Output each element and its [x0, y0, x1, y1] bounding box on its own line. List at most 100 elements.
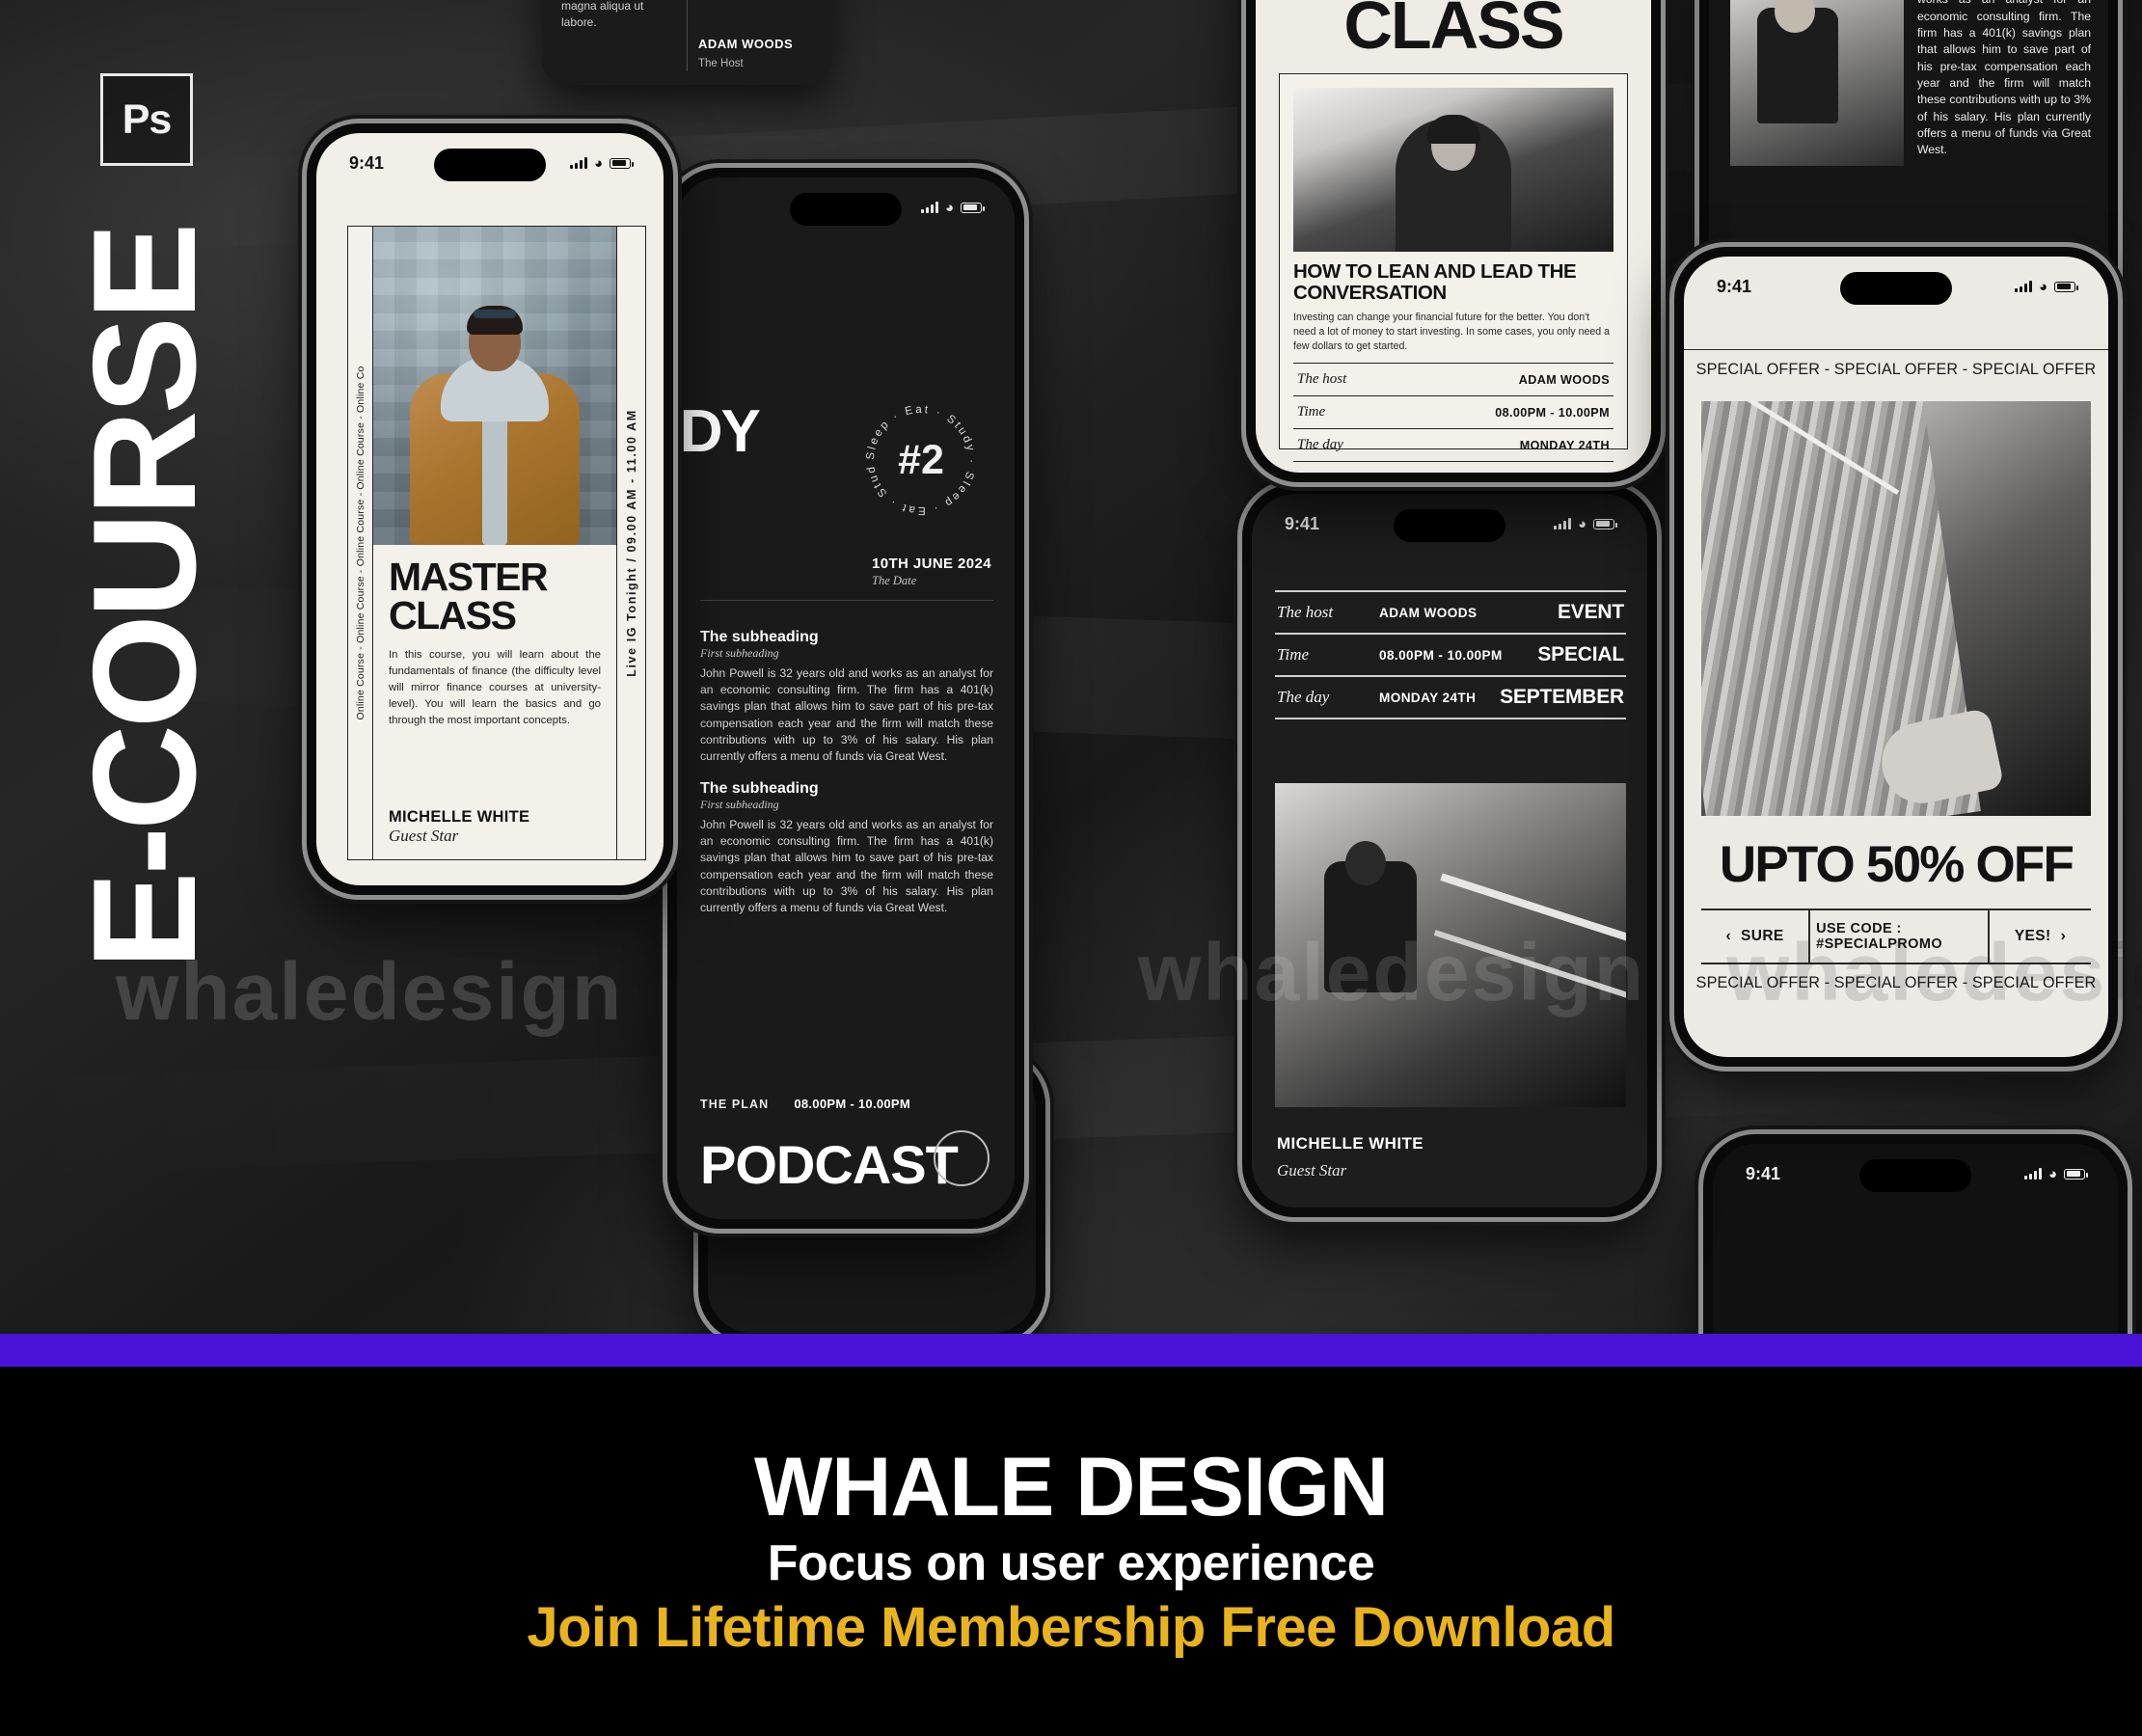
row-label: The host [1277, 603, 1334, 621]
status-time: 9:41 [349, 152, 385, 173]
chevron-right-icon: › [2060, 928, 2067, 944]
rail-right: Live IG Tonight / 09.00 AM - 11.00 AM [616, 227, 645, 859]
yes-button[interactable]: YES! › [1990, 910, 2091, 963]
phone-special-offer[interactable]: 9:41 ◕ SPECIAL OFFER - SPECIAL OFFER - S… [1674, 247, 2118, 1067]
status-time: 9:41 [1717, 276, 1752, 296]
battery-icon [2064, 1168, 2088, 1180]
body-text: John Powell is 32 years old and works as… [700, 666, 993, 763]
top-right-photo [1730, 0, 1904, 166]
sunglasses-icon [474, 310, 516, 318]
phone-masterclass[interactable]: 9:41 ◕ Online Course - Online Course - O… [307, 123, 673, 895]
play-circle-icon [934, 1130, 990, 1186]
phone-special-offer-screen: 9:41 ◕ SPECIAL OFFER - SPECIAL OFFER - S… [1684, 257, 2108, 1057]
wifi-icon: ◕ [1577, 515, 1586, 532]
status-icons: ◕ [1553, 515, 1617, 532]
class-body: Investing can change your financial futu… [1293, 312, 1611, 352]
subject-head [1344, 841, 1386, 886]
footer-banner: WHALE DESIGN Focus on user experience Jo… [0, 1367, 2142, 1736]
promo-code[interactable]: USE CODE : #SPECIALPROMO [1810, 910, 1990, 963]
wifi-icon: ◕ [2038, 278, 2047, 295]
subheading-italic: First subheading [700, 798, 779, 812]
row-label: The day [1297, 437, 1343, 453]
row-emphasis: EVENT [1557, 601, 1624, 623]
hero-background: Ps E-COURSE magna aliqua ut labore. ADAM… [0, 0, 2142, 1334]
wifi-icon: ◕ [2047, 1165, 2057, 1182]
masterclass-body: MASTER CLASS In this course, you will le… [373, 227, 616, 859]
masterclass-photo [373, 227, 616, 545]
phone-masterclass-screen: 9:41 ◕ Online Course - Online Course - O… [316, 133, 664, 885]
masterclass-card: Online Course - Online Course - Online C… [347, 226, 646, 860]
masterclass-text: MASTER CLASS In this course, you will le… [373, 545, 616, 859]
battery-icon [961, 202, 985, 213]
table-row: Time 08.00PM - 10.00PM SPECIAL [1275, 635, 1626, 677]
podcast-title: PODCAST [700, 1134, 959, 1195]
row-label: The host [1297, 371, 1347, 388]
phone-class[interactable]: CLASS HOW TO LEAN AND LEAD THE CONVERSAT… [1246, 0, 1661, 482]
card-top-left: magna aliqua ut labore. ADAM WOODS The H… [542, 0, 831, 85]
body-text: John Powell is 32 years old and works as… [700, 818, 993, 914]
episode-number: #2 [898, 436, 944, 483]
yes-button-label: YES! [2014, 928, 2051, 944]
phone-bottom-right-screen: 9:41 ◕ [1713, 1144, 2118, 1334]
row-value: 08.00PM - 10.00PM [1495, 405, 1610, 420]
phone-class-screen: CLASS HOW TO LEAN AND LEAD THE CONVERSAT… [1256, 0, 1651, 473]
sure-button[interactable]: ‹ SURE [1701, 910, 1811, 963]
ecourse-wordmark: E-COURSE [63, 226, 227, 969]
cellular-icon [1553, 518, 1571, 529]
subheading: The subheading [700, 629, 819, 645]
divider [700, 600, 993, 601]
table-row: The day MONDAY 24TH [1293, 429, 1613, 463]
event-guest-name: MICHELLE WHITE [1277, 1134, 1423, 1153]
battery-icon [610, 157, 634, 169]
phone-bottom-right[interactable]: 9:41 ◕ [1703, 1134, 2128, 1334]
cellular-icon [2014, 281, 2032, 292]
battery-icon [2054, 281, 2078, 292]
meta-right-value: 10TH JUNE 2024 [872, 556, 991, 572]
row-value: MONDAY 24TH [1379, 690, 1477, 705]
marquee-top: SPECIAL OFFER - SPECIAL OFFER - SPECIAL … [1684, 349, 2108, 379]
class-detail-rows: The host ADAM WOODS Time 08.00PM - 10.00… [1293, 363, 1613, 463]
row-emphasis: SEPTEMBER [1500, 686, 1624, 708]
status-icons: ◕ [920, 199, 985, 216]
live-session-text: Live IG Tonight / 09.00 AM - 11.00 AM [624, 409, 638, 677]
notch [790, 193, 902, 226]
notch [1859, 1159, 1971, 1192]
status-time: 9:41 [1285, 513, 1320, 533]
rail-left: Online Course - Online Course - Online C… [348, 227, 373, 859]
row-value: ADAM WOODS [1518, 372, 1610, 387]
brand-tagline: Focus on user experience [767, 1535, 1375, 1592]
phone-study[interactable]: ◕ UDY Sleep · Eat · Study · Sleep · Eat … [667, 168, 1024, 1229]
purple-divider [0, 1334, 2142, 1367]
cellular-icon [920, 202, 938, 213]
sure-button-label: SURE [1741, 928, 1784, 944]
class-word: CLASS [1343, 0, 1564, 63]
phone-event[interactable]: 9:41 ◕ The host ADAM WOODS EVENT Time 08… [1242, 484, 1657, 1217]
notch [1840, 272, 1952, 305]
masterclass-body-text: In this course, you will learn about the… [389, 648, 601, 726]
notch [434, 149, 546, 181]
subheading: The subheading [700, 780, 819, 798]
subheading-italic: First subheading [700, 646, 779, 660]
row-label: Time [1277, 645, 1310, 664]
masterclass-title: MASTER CLASS [389, 555, 549, 637]
class-photo [1293, 88, 1613, 252]
row-value: 08.00PM - 10.00PM [1379, 647, 1503, 663]
event-photo [1275, 783, 1626, 1107]
cellular-icon [2023, 1168, 2042, 1180]
photo-railing [1440, 872, 1626, 948]
photoshop-badge-label: Ps [122, 95, 173, 143]
cta-text[interactable]: Join Lifetime Membership Free Download [527, 1597, 1615, 1659]
cellular-icon [569, 157, 587, 169]
brand-title: WHALE DESIGN [754, 1440, 1389, 1533]
phone-study-meta: SON Episode 10TH JUNE 2024 The Date [677, 556, 991, 588]
wifi-icon: ◕ [944, 199, 954, 216]
masterclass-guest-name: MICHELLE WHITE [389, 808, 530, 826]
meta-right: 10TH JUNE 2024 The Date [872, 556, 991, 588]
class-card: HOW TO LEAN AND LEAD THE CONVERSATION In… [1279, 73, 1628, 463]
photo-subject [410, 306, 580, 545]
table-row: The day MONDAY 24TH SEPTEMBER [1275, 677, 1626, 719]
marquee-bottom: SPECIAL OFFER - SPECIAL OFFER - SPECIAL … [1695, 974, 2097, 991]
status-icons: ◕ [569, 156, 634, 171]
notch [1394, 509, 1505, 542]
table-row: The host ADAM WOODS [1293, 364, 1613, 397]
